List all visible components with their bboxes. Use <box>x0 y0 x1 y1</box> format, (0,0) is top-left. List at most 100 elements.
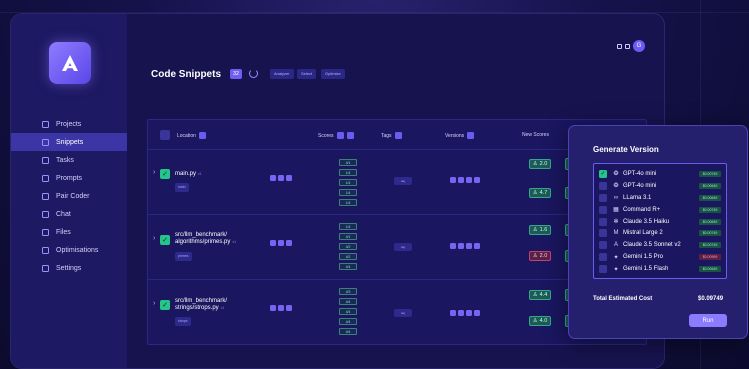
model-checkbox[interactable] <box>599 181 607 190</box>
action-icon[interactable] <box>278 175 284 181</box>
model-option[interactable]: ▦ Command R+ $0.00749 <box>599 204 721 216</box>
snippet-tag[interactable]: strops <box>175 317 191 326</box>
model-option[interactable]: ✦ Gemini 1.5 Flash $0.00649 <box>599 263 721 275</box>
model-option[interactable]: A Claude 3.5 Sonnet v2 $0.00749 <box>599 239 721 251</box>
action-icon[interactable] <box>286 240 292 246</box>
version-icon[interactable] <box>458 243 464 249</box>
version-icon[interactable] <box>450 177 456 183</box>
action-icon[interactable] <box>278 305 284 311</box>
expand-chevron-icon[interactable]: › <box>153 300 155 307</box>
sidebar-item-optimisations[interactable]: Optimisations <box>11 241 127 259</box>
version-icons[interactable] <box>450 310 480 316</box>
score-badge: 4/2 <box>339 243 357 250</box>
top-right-actions: G <box>617 40 645 52</box>
model-checkbox[interactable] <box>599 253 607 262</box>
model-checkbox[interactable]: ✓ <box>599 169 607 178</box>
row-action-icons[interactable] <box>270 305 292 311</box>
column-scores[interactable]: Scores <box>318 132 354 139</box>
filter-chip-optimize[interactable]: Optimize <box>321 69 345 79</box>
version-icons[interactable] <box>450 243 480 249</box>
avatar[interactable]: G <box>633 40 645 52</box>
version-icon[interactable] <box>450 243 456 249</box>
tag-cell[interactable]: tag <box>394 243 412 251</box>
model-checkbox[interactable] <box>599 217 607 226</box>
action-icon[interactable] <box>270 240 276 246</box>
version-icon[interactable] <box>466 310 472 316</box>
expand-chevron-icon[interactable]: › <box>153 235 155 242</box>
refresh-icon[interactable] <box>249 69 258 78</box>
snippet-tag[interactable]: primes <box>175 252 192 261</box>
score-list: 4/3 4/4 4/4 4/4 4/4 <box>339 288 357 335</box>
version-icon[interactable] <box>474 310 480 316</box>
model-option[interactable]: ✦ Gemini 1.5 Pro $0.00999 <box>599 251 721 263</box>
row-action-icons[interactable] <box>270 175 292 181</box>
model-option[interactable]: ∞ LLama 3.1 $0.00649 <box>599 192 721 204</box>
version-icon[interactable] <box>458 310 464 316</box>
model-checkbox[interactable] <box>599 193 607 202</box>
version-icon[interactable] <box>458 177 464 183</box>
model-option[interactable]: ❂ GPT-4o mini $0.00649 <box>599 180 721 192</box>
column-location[interactable]: Location <box>177 132 206 139</box>
action-icon[interactable] <box>270 175 276 181</box>
sort-icon[interactable] <box>467 132 475 139</box>
model-price: $0.00649 <box>699 266 721 273</box>
model-option[interactable]: M Mistral Large 2 $0.00749 <box>599 227 721 239</box>
version-icon[interactable] <box>474 243 480 249</box>
sidebar-item-settings[interactable]: Settings <box>11 259 127 277</box>
snippet-count-badge: 32 <box>230 69 242 79</box>
share-icon[interactable] <box>617 43 622 49</box>
path-line-2: strings/strops.py <box>175 305 219 311</box>
row-checkbox[interactable]: ✓ <box>160 169 170 179</box>
sidebar-item-projects[interactable]: Projects <box>11 115 127 133</box>
sidebar-item-snippets[interactable]: Snippets <box>11 133 127 151</box>
row-checkbox[interactable]: ✓ <box>160 300 170 310</box>
version-icon[interactable] <box>450 310 456 316</box>
version-label: v1 <box>232 240 237 244</box>
column-versions[interactable]: Versions <box>445 132 475 139</box>
filter-icon[interactable] <box>346 132 354 139</box>
version-icon[interactable] <box>474 177 480 183</box>
model-name: Mistral Large 2 <box>623 230 663 237</box>
filter-chip-analyzer[interactable]: Analyzer <box>270 69 294 79</box>
filter-chip-select[interactable]: Select <box>297 69 317 79</box>
select-all-checkbox[interactable] <box>160 130 170 140</box>
model-option[interactable]: ✓ ❂ GPT-4o mini $0.00749 <box>599 168 721 180</box>
sort-icon[interactable] <box>198 132 206 139</box>
sidebar-item-prompts[interactable]: Prompts <box>11 169 127 187</box>
score-badge: 1/4 <box>339 199 357 206</box>
column-label: Tags <box>381 132 392 139</box>
sidebar-item-chat[interactable]: Chat <box>11 205 127 223</box>
run-button[interactable]: Run <box>689 314 727 327</box>
row-checkbox[interactable]: ✓ <box>160 235 170 245</box>
version-icon[interactable] <box>466 243 472 249</box>
sort-icon[interactable] <box>336 132 344 139</box>
row-action-icons[interactable] <box>270 240 292 246</box>
action-icon[interactable] <box>286 305 292 311</box>
column-new-scores[interactable]: New Scores <box>522 132 549 138</box>
model-name: Claude 3.5 Haiku <box>623 218 670 225</box>
version-icon[interactable] <box>466 177 472 183</box>
sidebar-item-pair-coder[interactable]: Pair Coder <box>11 187 127 205</box>
sidebar-item-files[interactable]: Files <box>11 223 127 241</box>
column-tags[interactable]: Tags <box>381 132 402 139</box>
model-option[interactable]: ✻ Claude 3.5 Haiku $0.00649 <box>599 216 721 228</box>
action-icon[interactable] <box>278 240 284 246</box>
model-checkbox[interactable] <box>599 241 607 250</box>
model-checkbox[interactable] <box>599 205 607 214</box>
sort-icon[interactable] <box>394 132 402 139</box>
action-icon[interactable] <box>270 305 276 311</box>
tag-cell[interactable]: tag <box>394 177 412 185</box>
new-score-value: 4.7 <box>539 190 548 196</box>
sidebar-item-tasks[interactable]: Tasks <box>11 151 127 169</box>
expand-chevron-icon[interactable]: › <box>153 169 155 176</box>
notification-icon[interactable] <box>625 43 630 49</box>
model-checkbox[interactable] <box>599 265 607 274</box>
model-checkbox[interactable] <box>599 229 607 238</box>
tag-cell[interactable]: tag <box>394 309 412 317</box>
snippet-tag[interactable]: main <box>175 183 189 192</box>
version-icons[interactable] <box>450 177 480 183</box>
model-price: $0.00649 <box>699 218 721 225</box>
app-logo-icon <box>49 42 91 84</box>
action-icon[interactable] <box>286 175 292 181</box>
score-badge: 1/4 <box>339 169 357 176</box>
